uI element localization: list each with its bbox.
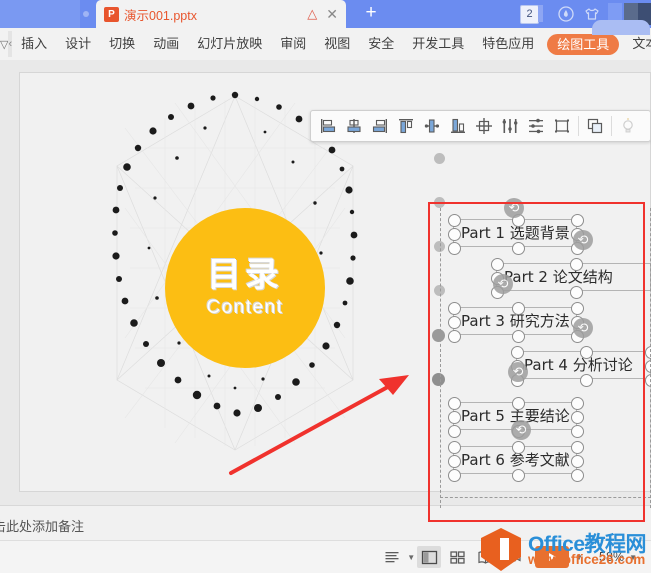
- file-tab-演示001[interactable]: P 演示001.pptx △ ✕: [96, 0, 346, 28]
- align-center-horizontal-icon[interactable]: [341, 113, 367, 139]
- red-arrow-icon: [229, 375, 409, 475]
- slide-sorter-icon[interactable]: [445, 546, 469, 568]
- file-tab-label: 演示001.pptx: [124, 8, 197, 23]
- align-right-icon[interactable]: [367, 113, 393, 139]
- smart-guides-icon[interactable]: [615, 113, 641, 139]
- group-handle-left-1[interactable]: [434, 153, 445, 164]
- selected-text-group-outline: [440, 208, 651, 508]
- ribbon-blob: [592, 28, 650, 35]
- group-icon[interactable]: [549, 113, 575, 139]
- group-handle-left-2[interactable]: [434, 197, 445, 208]
- align-floating-toolbar[interactable]: [310, 110, 651, 142]
- ribbon-tab-developer[interactable]: 开发工具: [403, 28, 473, 60]
- badge-shadow: [538, 5, 543, 22]
- watermark: Office教程网 www.office26.com: [478, 527, 651, 572]
- ribbon-tab-design[interactable]: 设计: [56, 28, 100, 60]
- notes-placeholder: 击此处添加备注: [0, 519, 85, 534]
- ribbon-tab-security[interactable]: 安全: [359, 28, 403, 60]
- align-left-icon[interactable]: [315, 113, 341, 139]
- watermark-line-2: www.office26.com: [528, 552, 646, 567]
- ribbon-tab-featured-apps[interactable]: 特色应用: [473, 28, 543, 60]
- ribbon-tab-strip: ▽ ‹ 插入 设计 切换 动画 幻灯片放映 审阅 视图 安全 开发工具 特色应用…: [0, 28, 651, 61]
- duplicate-icon[interactable]: [582, 113, 608, 139]
- browser-tab-bar: P 演示001.pptx △ ✕ + 2: [0, 0, 651, 38]
- water-drop-icon[interactable]: [557, 5, 575, 23]
- content-circle-shape[interactable]: 目录 Content: [165, 208, 325, 368]
- ribbon-tab-transitions[interactable]: 切换: [100, 28, 144, 60]
- align-top-icon[interactable]: [393, 113, 419, 139]
- office-hexagon-logo-icon: [481, 528, 521, 571]
- ribbon-tab-view[interactable]: 视图: [315, 28, 359, 60]
- warning-triangle-icon[interactable]: △: [307, 6, 317, 22]
- distribute-horizontally-icon[interactable]: [471, 113, 497, 139]
- align-bottom-icon[interactable]: [445, 113, 471, 139]
- circle-subtitle: Content: [206, 296, 284, 318]
- ribbon-tab-insert[interactable]: 插入: [12, 28, 56, 60]
- ribbon-tab-drawing-tools[interactable]: 绘图工具: [547, 33, 620, 55]
- selected-text-group-bottom-edge: [440, 497, 651, 498]
- align-middle-vertical-icon[interactable]: [419, 113, 445, 139]
- new-tab-button[interactable]: +: [355, 0, 387, 28]
- circle-title: 目录: [207, 255, 283, 296]
- toolbar-separator-2: [611, 116, 612, 136]
- toolbar-separator: [578, 116, 579, 136]
- notification-count-badge[interactable]: 2: [520, 5, 539, 24]
- distribute-vertically-icon[interactable]: [497, 113, 523, 139]
- close-icon[interactable]: ✕: [326, 6, 338, 23]
- ribbon-tab-slideshow[interactable]: 幻灯片放映: [188, 28, 271, 60]
- ribbon-tab-review[interactable]: 审阅: [271, 28, 315, 60]
- normal-view-icon[interactable]: [417, 546, 442, 568]
- ribbon-tab-animations[interactable]: 动画: [144, 28, 188, 60]
- tab-bar-left-region: [0, 0, 80, 28]
- outline-view-icon[interactable]: [380, 546, 404, 568]
- tab-bar-dot: [83, 11, 89, 17]
- chevron-down-icon[interactable]: ▼: [407, 553, 415, 562]
- chevron-down-icon[interactable]: ▽: [0, 38, 8, 51]
- powerpoint-icon: P: [104, 6, 119, 22]
- align-relative-to-slide-icon[interactable]: [523, 113, 549, 139]
